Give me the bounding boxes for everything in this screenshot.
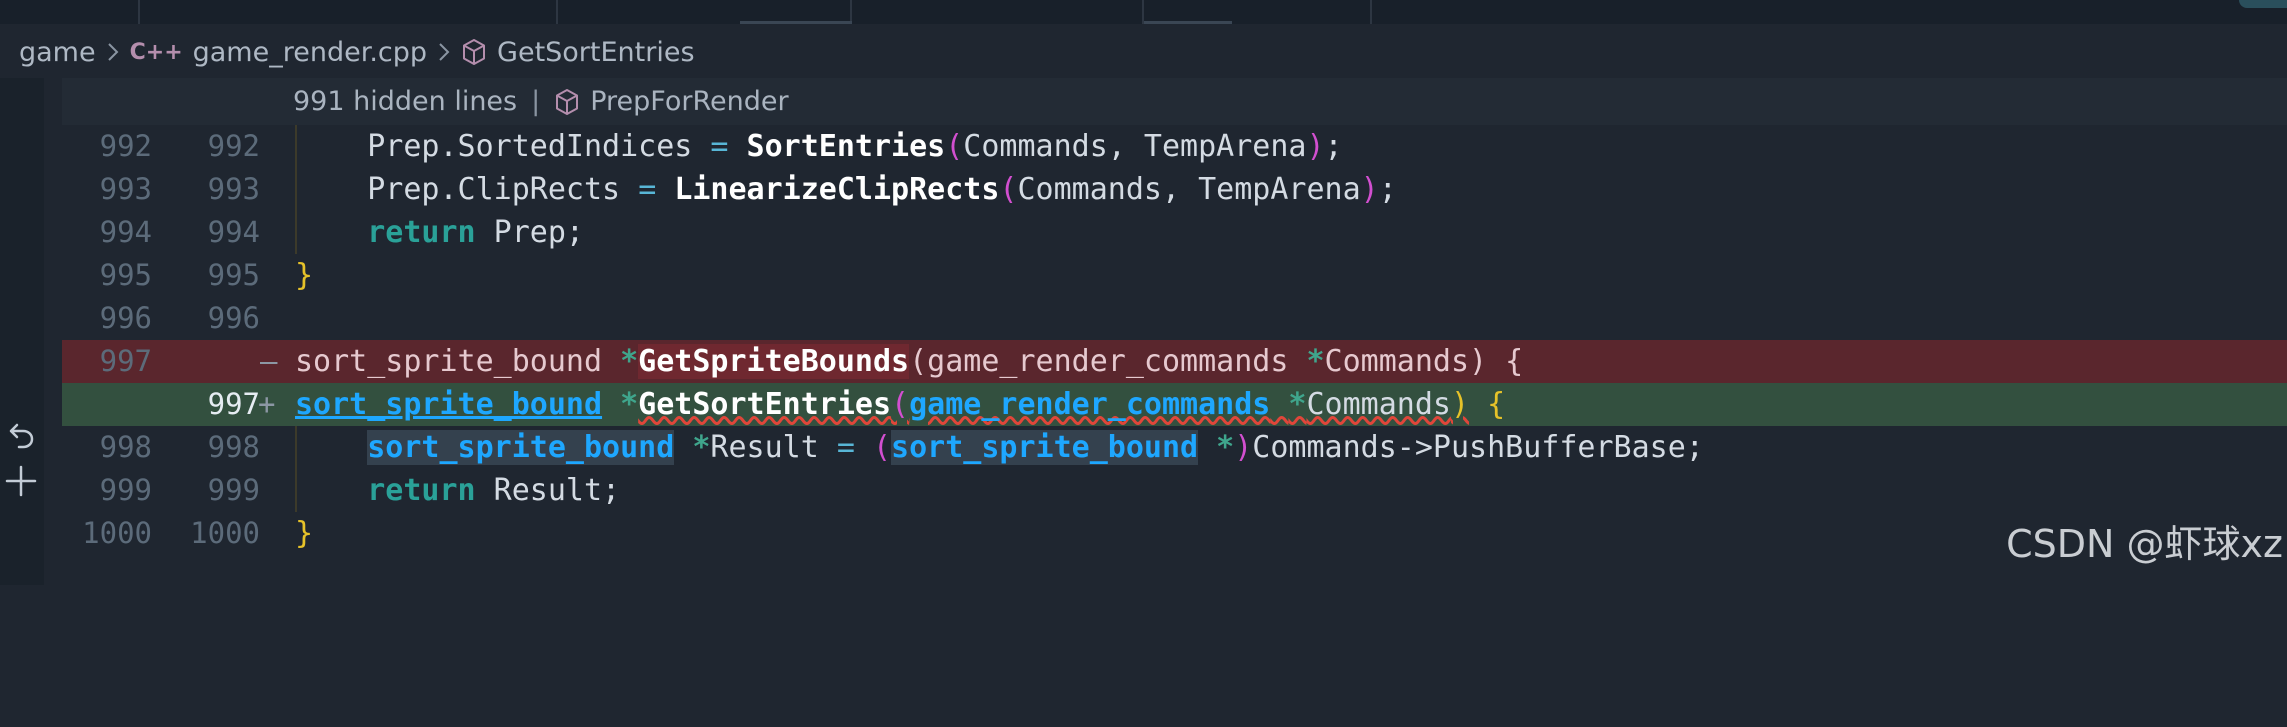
undo-icon[interactable] xyxy=(8,420,36,454)
tab-indicator xyxy=(740,21,852,24)
code-line[interactable]: 992 992 Prep.SortedIndices = SortEntries… xyxy=(62,125,2287,168)
tab[interactable] xyxy=(0,0,140,24)
old-line-number: 993 xyxy=(99,172,152,206)
code-line[interactable]: 995 995 } xyxy=(62,254,2287,297)
fold-separator: | xyxy=(531,86,541,117)
new-line-number: 992 xyxy=(207,129,260,163)
code-line[interactable]: 993 993 Prep.ClipRects = LinearizeClipRe… xyxy=(62,168,2287,211)
fold-symbol[interactable]: PrepForRender xyxy=(590,83,788,120)
plus-icon[interactable] xyxy=(4,464,38,502)
folded-region[interactable]: 991 hidden lines | PrepForRender xyxy=(62,78,2287,125)
new-line-number: 995 xyxy=(207,258,260,292)
function-name: GetSortEntries xyxy=(638,387,892,422)
type-name: sort_sprite_bound xyxy=(295,387,603,422)
old-line-number: 996 xyxy=(99,301,152,335)
type-name: sort_sprite_bound xyxy=(891,430,1199,465)
type-name: sort_sprite_bound xyxy=(367,430,675,465)
function-name: GetSpriteBounds xyxy=(638,344,910,379)
new-line-number: 993 xyxy=(207,172,260,206)
code-line[interactable]: 999 999 return Result; xyxy=(62,469,2287,512)
new-line-number: 998 xyxy=(207,430,260,464)
tab-bar-action[interactable] xyxy=(2239,0,2287,8)
code-text: return Result; xyxy=(367,473,621,508)
breadcrumb-symbol[interactable]: GetSortEntries xyxy=(461,37,695,68)
chevron-right-icon xyxy=(437,41,451,63)
old-line-number: 997 xyxy=(99,344,152,378)
function-name: SortEntries xyxy=(746,129,946,164)
breadcrumb-folder[interactable]: game xyxy=(19,37,96,68)
code-text: Prep.SortedIndices = SortEntries(Command… xyxy=(367,129,1343,164)
type-name: game_render_commands xyxy=(909,387,1271,422)
tab[interactable] xyxy=(852,0,1144,24)
new-line-number: 996 xyxy=(207,301,260,335)
code-editor[interactable]: 991 hidden lines | PrepForRender 992 992… xyxy=(62,78,2287,585)
old-line-number: 998 xyxy=(99,430,152,464)
old-line-number: 1000 xyxy=(82,516,152,550)
code-line[interactable]: 994 994 return Prep; xyxy=(62,211,2287,254)
function-name: LinearizeClipRects xyxy=(674,172,1000,207)
new-line-number: 997 xyxy=(207,387,260,421)
cpp-file-icon: C++ xyxy=(129,39,183,65)
code-text: } xyxy=(295,516,314,551)
code-line[interactable]: 1000 1000 } xyxy=(62,512,2287,555)
code-text: sort_sprite_bound *Result = (sort_sprite… xyxy=(367,430,1704,465)
new-line-number: 994 xyxy=(207,215,260,249)
tab[interactable] xyxy=(140,0,558,24)
code-text: sort_sprite_bound *GetSortEntries(game_r… xyxy=(295,387,1506,422)
breadcrumb-file[interactable]: C++ game_render.cpp xyxy=(130,37,427,68)
code-text: } xyxy=(295,258,314,293)
old-line-number: 992 xyxy=(99,129,152,163)
new-line-number: 999 xyxy=(207,473,260,507)
cube-icon xyxy=(461,38,487,66)
code-text: Prep.ClipRects = LinearizeClipRects(Comm… xyxy=(367,172,1397,207)
new-line-number: 1000 xyxy=(190,516,260,550)
keyword: return xyxy=(367,215,476,250)
old-line-number: 995 xyxy=(99,258,152,292)
gutter-actions xyxy=(0,78,44,585)
inserted-line[interactable]: 997 + sort_sprite_bound *GetSortEntries(… xyxy=(62,383,2287,426)
code-line[interactable]: 996 996 xyxy=(62,297,2287,340)
deleted-line[interactable]: 997 — sort_sprite_bound *GetSpriteBounds… xyxy=(62,340,2287,383)
old-line-number: 994 xyxy=(99,215,152,249)
keyword: return xyxy=(367,473,476,508)
deletion-marker: — xyxy=(260,344,278,378)
breadcrumb-symbol-label: GetSortEntries xyxy=(497,36,695,68)
code-line[interactable]: 998 998 sort_sprite_bound *Result = (sor… xyxy=(62,426,2287,469)
code-text: return Prep; xyxy=(367,215,584,250)
tab-bar xyxy=(0,0,2287,24)
breadcrumb: game C++ game_render.cpp GetSortEntries xyxy=(0,26,2287,78)
chevron-right-icon xyxy=(106,41,120,63)
breadcrumb-file-label: game_render.cpp xyxy=(192,36,428,68)
folded-region-label: 991 hidden lines | PrepForRender xyxy=(293,83,789,120)
watermark: CSDN @虾球xz xyxy=(2006,522,2283,566)
hidden-lines-count: 991 hidden lines xyxy=(293,86,518,117)
tab-indicator xyxy=(1144,21,1232,24)
code-text: sort_sprite_bound *GetSpriteBounds(game_… xyxy=(295,344,1524,379)
cube-icon xyxy=(554,88,580,116)
old-line-number: 999 xyxy=(99,473,152,507)
insertion-marker: + xyxy=(258,387,276,421)
